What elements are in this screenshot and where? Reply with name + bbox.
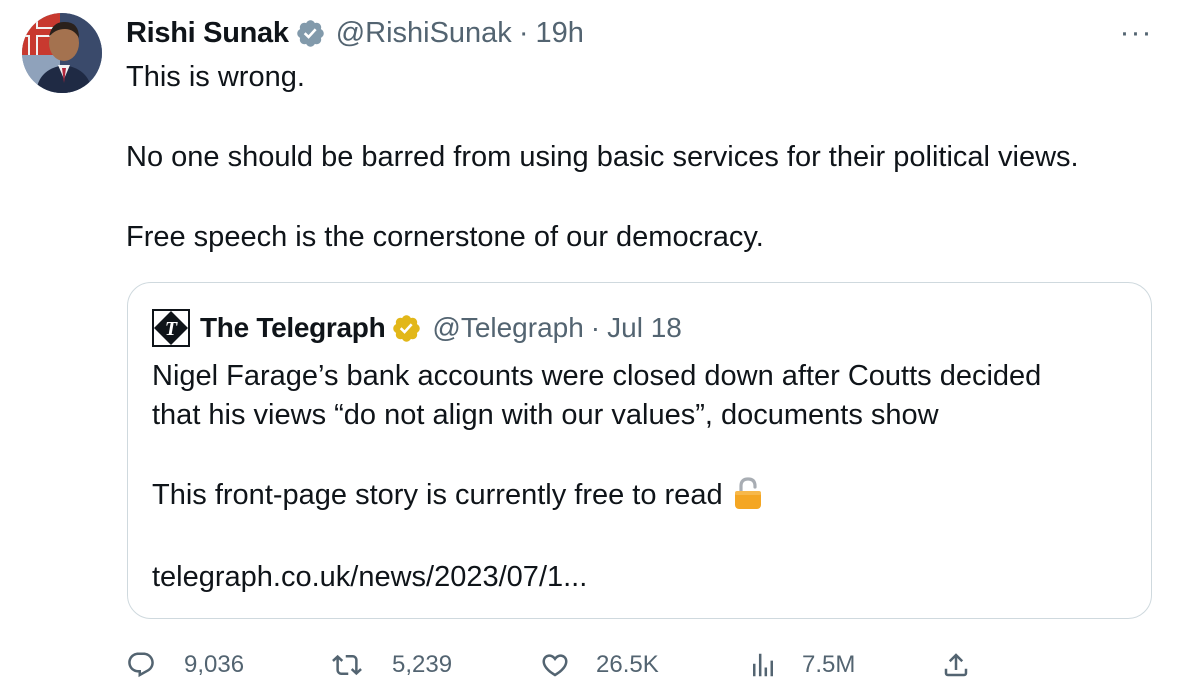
quoted-text-line-1: Nigel Farage’s bank accounts were closed… [152,360,1042,392]
views-count: 7.5M [802,651,856,678]
separator-dot: · [590,312,601,343]
reply-button[interactable]: 9,036 [126,645,244,685]
author-name[interactable]: Rishi Sunak [126,17,289,50]
quoted-text-line-3-text: This front-page story is currently free … [152,479,723,511]
tweet-text-line-3: Free speech is the cornerstone of our de… [126,221,764,253]
quoted-link[interactable]: telegraph.co.uk/news/2023/07/1... [152,559,587,595]
quoted-tweet-timestamp[interactable]: Jul 18 [607,312,682,344]
reply-icon [128,652,154,678]
telegraph-logo-icon: T [152,309,190,347]
quoted-text-line-2: that his views “do not align with our va… [152,399,939,431]
quoted-author-handle[interactable]: @Telegraph [432,312,583,344]
retweet-count: 5,239 [392,651,453,678]
like-count: 26.5K [596,651,659,678]
quoted-author-name[interactable]: The Telegraph [200,312,386,344]
views-chart-icon [753,653,773,677]
separator-dot: · [518,16,529,49]
quoted-tweet-header: T The Telegraph @Telegraph · Jul 18 [152,309,682,347]
retweet-icon [332,654,362,676]
retweet-button[interactable]: 5,239 [332,645,452,685]
tweet-actions: 9,036 5,239 26.5K 7.5M [126,645,1166,685]
tweet-header: Rishi Sunak @RishiSunak · 19h [126,14,584,52]
open-lock-icon [733,476,763,510]
tweet-timestamp[interactable]: 19h [535,17,583,50]
heart-icon [542,654,568,677]
tweet: Rishi Sunak @RishiSunak · 19h ··· This i… [0,0,1178,696]
more-options-icon[interactable]: ··· [1118,18,1154,48]
verified-badge-icon[interactable] [295,18,326,49]
share-icon [944,653,968,677]
tweet-text-line-2: No one should be barred from using basic… [126,141,1079,173]
svg-text:T: T [165,318,178,340]
verified-gold-badge-icon[interactable] [391,313,422,344]
avatar[interactable] [22,13,102,93]
tweet-text-line-1: This is wrong. [126,61,305,93]
reply-count: 9,036 [184,651,245,678]
views-button[interactable]: 7.5M [748,645,855,685]
quoted-text-line-3: This front-page story is currently free … [152,477,763,513]
author-handle[interactable]: @RishiSunak [336,17,512,50]
quoted-tweet[interactable]: T The Telegraph @Telegraph · Jul 18 Nige… [127,282,1152,619]
like-button[interactable]: 26.5K [540,645,659,685]
share-button[interactable] [941,645,971,685]
